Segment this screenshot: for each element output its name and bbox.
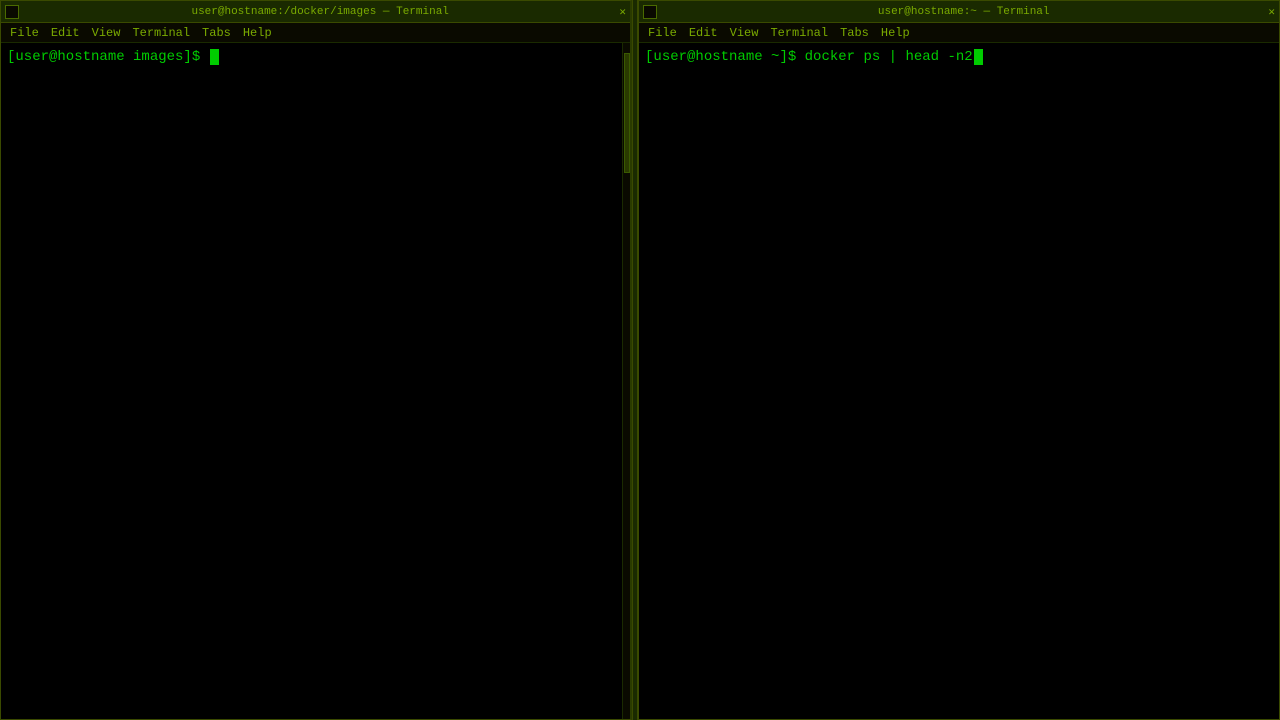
left-close-icon[interactable]: ✕ [619,5,626,19]
left-cursor [210,49,219,65]
right-menu-edit[interactable]: Edit [684,25,723,41]
left-menu-file[interactable]: File [5,25,44,41]
left-menu-help[interactable]: Help [238,25,277,41]
left-title-text: user@hostname:/docker/images — Terminal [25,6,615,18]
left-window-icon [5,5,19,19]
left-prompt-text: [user@hostname images]$ [7,47,209,67]
left-scrollbar-thumb[interactable] [624,53,630,173]
left-prompt-line: [user@hostname images]$ [7,47,624,67]
right-menu-file[interactable]: File [643,25,682,41]
right-prompt-text: [user@hostname ~]$ [645,47,805,67]
right-menu-bar: File Edit View Terminal Tabs Help [639,23,1279,43]
right-title-text: user@hostname:~ — Terminal [663,6,1264,18]
right-prompt-line: [user@hostname ~]$ docker ps | head -n2 [645,47,1273,67]
left-menu-bar: File Edit View Terminal Tabs Help [1,23,630,43]
right-command-text: docker ps | head -n2 [805,47,973,67]
right-terminal-body[interactable]: [user@hostname ~]$ docker ps | head -n2 [639,43,1279,719]
left-title-bar: user@hostname:/docker/images — Terminal … [1,1,630,23]
right-menu-tabs[interactable]: Tabs [835,25,874,41]
right-cursor [974,49,983,65]
right-terminal-window: user@hostname:~ — Terminal ✕ File Edit V… [638,0,1280,720]
right-close-icon[interactable]: ✕ [1268,5,1275,19]
left-menu-tabs[interactable]: Tabs [197,25,236,41]
right-title-bar: user@hostname:~ — Terminal ✕ [639,1,1279,23]
left-menu-view[interactable]: View [87,25,126,41]
right-window-icon [643,5,657,19]
right-menu-help[interactable]: Help [876,25,915,41]
right-menu-terminal[interactable]: Terminal [765,25,833,41]
left-menu-terminal[interactable]: Terminal [127,25,195,41]
left-terminal-window: user@hostname:/docker/images — Terminal … [0,0,632,720]
left-menu-edit[interactable]: Edit [46,25,85,41]
left-terminal-body[interactable]: [user@hostname images]$ [1,43,630,719]
left-scrollbar[interactable] [622,43,630,719]
right-menu-view[interactable]: View [725,25,764,41]
